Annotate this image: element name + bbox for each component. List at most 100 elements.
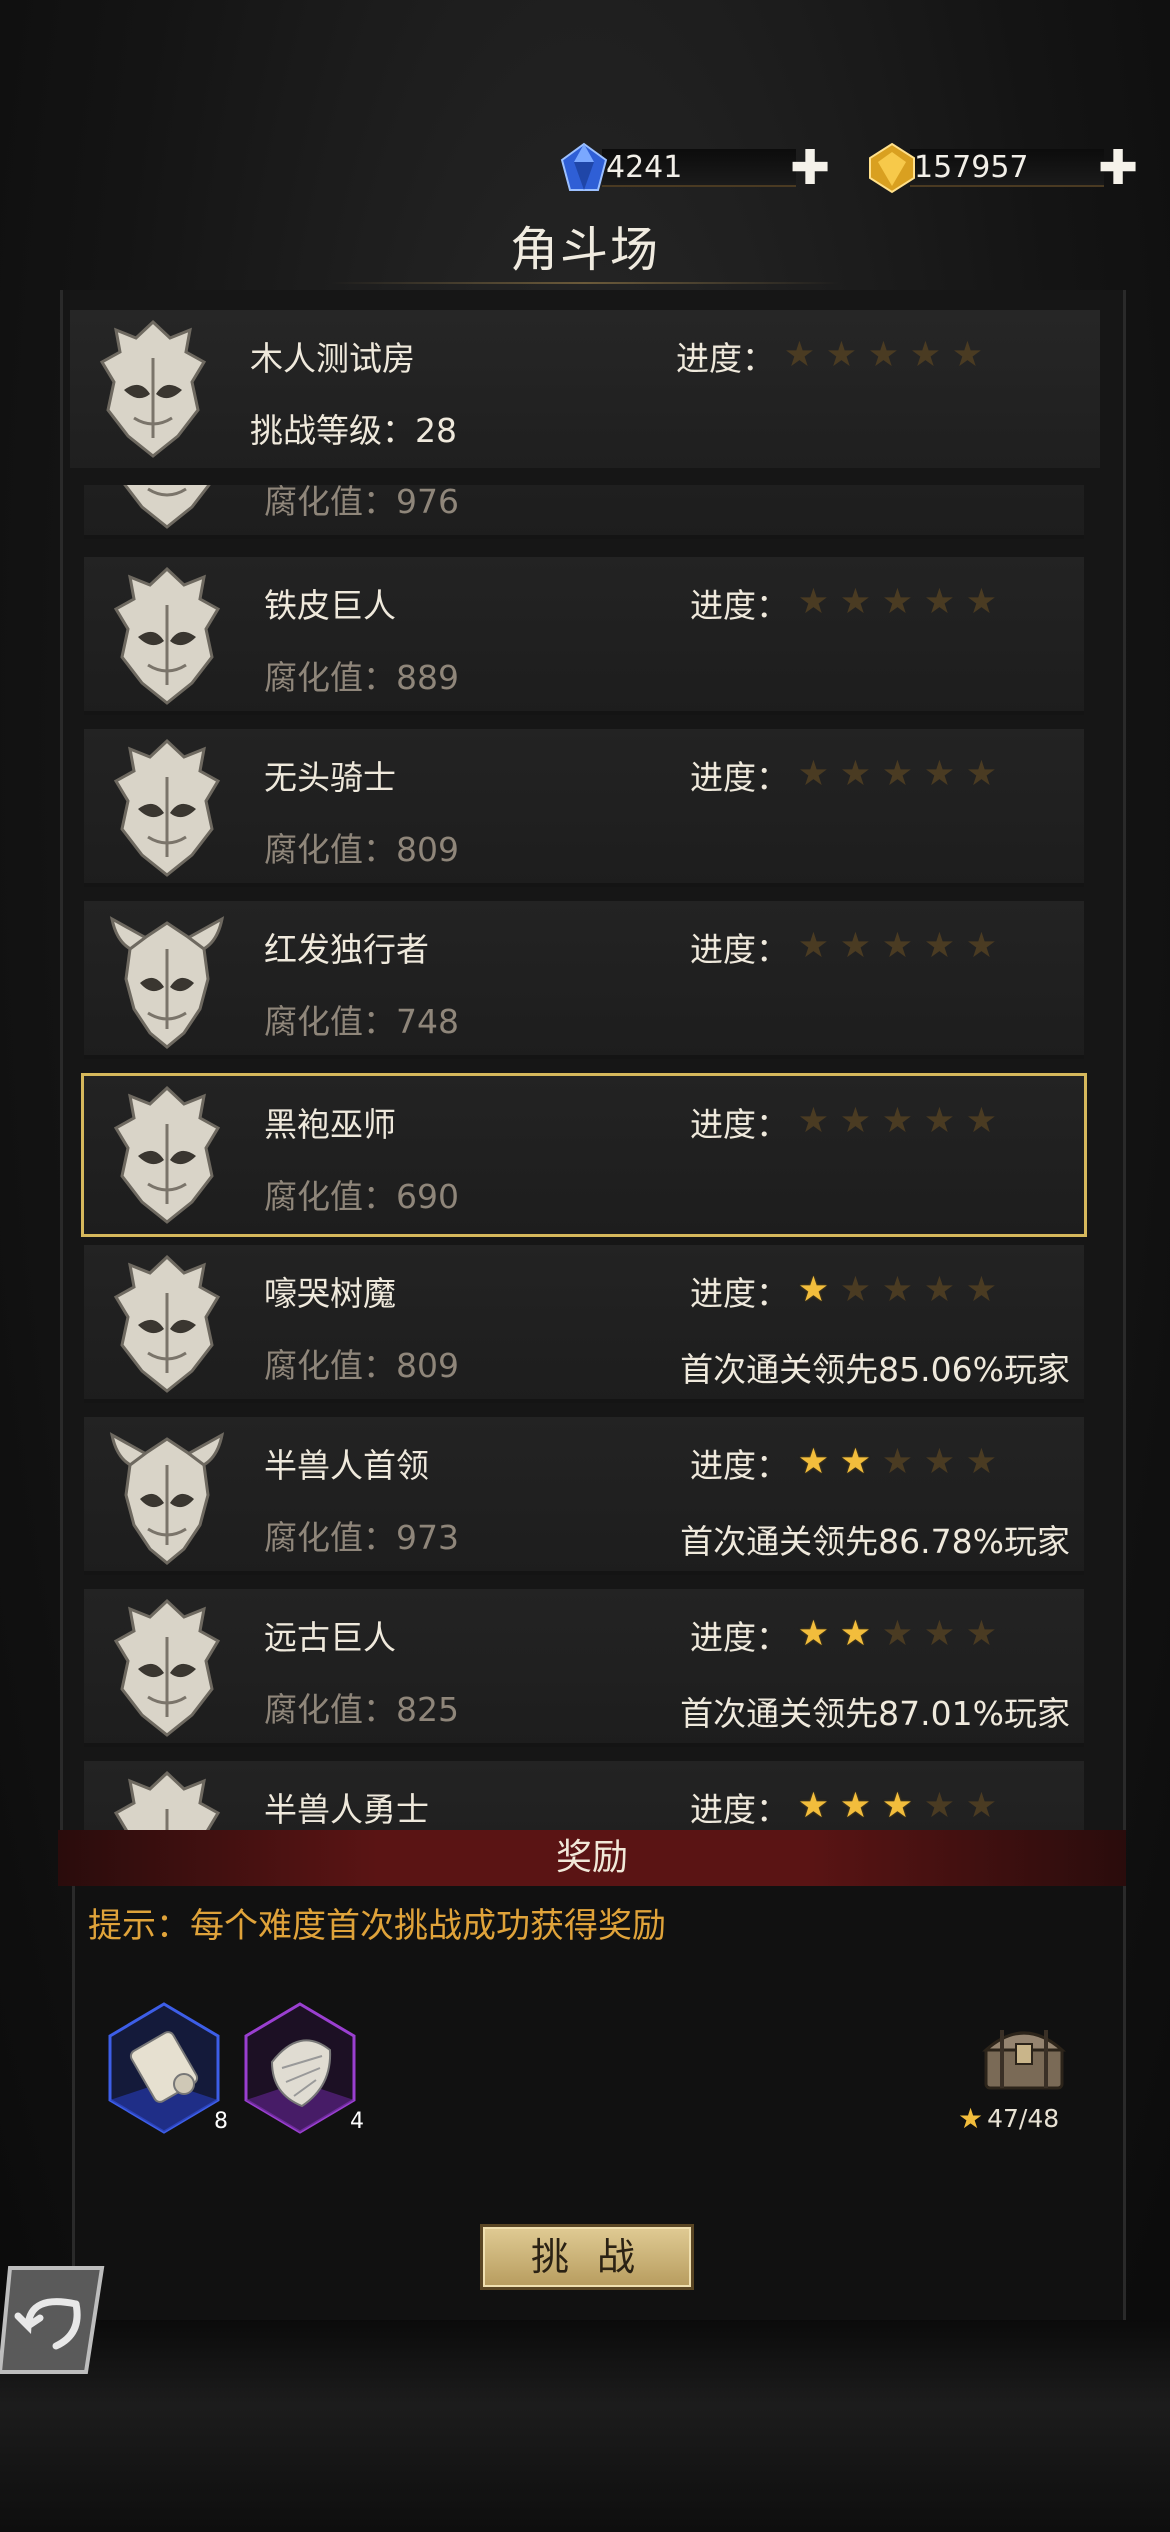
treasure-chest-icon[interactable] [982, 2022, 1066, 2092]
star-icon: ★ [839, 754, 872, 794]
star-icon: ★ [839, 582, 872, 622]
opponent-card[interactable]: 无头骑士 腐化值：809 进度： ★ ★ ★ ★ ★ [84, 729, 1084, 887]
opponent-name: 半兽人首领 [264, 1446, 429, 1485]
star-icon: ★ [951, 335, 984, 375]
scroll-icon [108, 2002, 220, 2134]
star-icon: ★ [909, 335, 942, 375]
chest-progress: ★ 47/48 [958, 2102, 1059, 2135]
blue-gem-icon [558, 142, 610, 194]
star-icon: ★ [797, 926, 830, 966]
gold-gem-icon [866, 142, 918, 194]
horned-mask-icon [108, 909, 226, 1051]
progress-label: 进度： [690, 1105, 789, 1144]
star-rating: ★ ★ ★ ★ ★ [796, 1445, 999, 1480]
star-icon: ★ [797, 582, 830, 622]
opponent-name: 铁皮巨人 [264, 586, 396, 625]
star-icon: ★ [867, 335, 900, 375]
star-rating: ★ ★ ★ ★ ★ [796, 585, 999, 620]
progress-label: 进度： [676, 339, 775, 378]
back-button[interactable] [0, 2264, 106, 2376]
page-title: 角斗场 [509, 222, 660, 278]
star-icon: ★ [923, 582, 956, 622]
opponent-card[interactable]: 黑袍巫师 腐化值：690 进度： ★ ★ ★ ★ ★ [81, 1073, 1087, 1237]
gold-value: 157957 [910, 149, 1104, 187]
star-icon: ★ [958, 2102, 984, 2135]
diamond-value: 4241 [602, 149, 796, 187]
corruption-value: 腐化值：809 [264, 1346, 459, 1385]
back-arrow-icon [0, 2266, 105, 2374]
star-icon: ★ [965, 1442, 998, 1482]
add-gold-button[interactable]: ✚ [1098, 144, 1138, 192]
star-icon: ★ [797, 1614, 830, 1654]
reward-item-crystal[interactable]: 4 [242, 2002, 364, 2134]
star-icon: ★ [881, 754, 914, 794]
opponent-card-partial[interactable]: 腐化值：976 [84, 485, 1084, 539]
diamond-counter: 4241 ✚ [558, 142, 830, 192]
progress-label: 进度： [690, 1446, 789, 1485]
star-rating: ★ ★ ★ ★ ★ [796, 1273, 999, 1308]
star-icon: ★ [839, 1270, 872, 1310]
star-rating: ★ ★ ★ ★ ★ [782, 338, 985, 373]
opponent-name: 无头骑士 [264, 758, 396, 797]
training-room-card[interactable]: 木人测试房 挑战等级：28 进度： ★ ★ ★ ★ ★ [70, 310, 1100, 468]
opponent-card[interactable]: 远古巨人 腐化值：825 进度： ★ ★ ★ ★ ★ 首次通关领先87.01%玩家 [84, 1589, 1084, 1747]
corruption-value: 腐化值：889 [264, 658, 459, 697]
star-rating: ★ ★ ★ ★ ★ [796, 929, 999, 964]
corruption-value: 腐化值：690 [264, 1177, 459, 1216]
star-icon: ★ [797, 1101, 830, 1141]
star-icon: ★ [825, 335, 858, 375]
star-icon: ★ [965, 1786, 998, 1826]
opponent-card[interactable]: 红发独行者腐化值：748 进度： ★ ★ ★ ★ ★ [84, 901, 1084, 1059]
star-icon: ★ [881, 1614, 914, 1654]
opponent-card[interactable]: 嚎哭树魔 腐化值：809 进度： ★ ★ ★ ★ ★ 首次通关领先85.06%玩家 [84, 1245, 1084, 1403]
star-icon: ★ [839, 926, 872, 966]
reward-header: 奖励 [58, 1830, 1126, 1886]
star-rating: ★ ★ ★ ★ ★ [796, 1617, 999, 1652]
star-icon: ★ [839, 1786, 872, 1826]
add-diamond-button[interactable]: ✚ [790, 144, 830, 192]
star-icon: ★ [923, 1442, 956, 1482]
star-icon: ★ [797, 754, 830, 794]
progress-label: 进度： [690, 930, 789, 969]
progress-label: 进度： [690, 758, 789, 797]
bottom-strip [0, 2320, 1170, 2532]
reward-item-scroll[interactable]: 8 [106, 2002, 228, 2134]
star-icon: ★ [839, 1101, 872, 1141]
item-count: 8 [214, 2109, 228, 2134]
opponent-list[interactable]: 腐化值：976 铁皮巨人 腐化值：889 进度： ★ ★ ★ ★ ★ 无头骑士 腐化值：809 进度… [70, 485, 1100, 1830]
mask-icon [108, 737, 226, 879]
item-count: 4 [350, 2109, 364, 2134]
chest-progress-value: 47/48 [987, 2104, 1060, 2133]
corruption-value: 腐化值：748 [264, 1002, 459, 1041]
first-clear-rank: 首次通关领先87.01%玩家 [680, 1694, 1070, 1733]
star-icon: ★ [797, 1442, 830, 1482]
star-icon: ★ [797, 1786, 830, 1826]
star-rating: ★ ★ ★ ★ ★ [796, 1104, 999, 1139]
opponent-name: 远古巨人 [264, 1618, 396, 1657]
crystal-shard-icon [244, 2002, 356, 2134]
star-icon: ★ [797, 1270, 830, 1310]
opponent-card[interactable]: 半兽人勇士 进度： ★ ★ ★ ★ ★ [84, 1761, 1084, 1830]
opponent-card[interactable]: 半兽人首领 腐化值：973 进度： ★ ★ ★ ★ ★ 首次通关领先86.78%玩家 [84, 1417, 1084, 1575]
mask-icon [108, 1084, 226, 1226]
star-icon: ★ [923, 1614, 956, 1654]
star-icon: ★ [923, 754, 956, 794]
star-icon: ★ [881, 1786, 914, 1826]
corruption-value: 腐化值：809 [264, 830, 459, 869]
star-icon: ★ [881, 1270, 914, 1310]
corruption-value: 腐化值：825 [264, 1690, 459, 1729]
star-icon: ★ [881, 926, 914, 966]
star-icon: ★ [965, 754, 998, 794]
challenge-button[interactable]: 挑 战 [480, 2224, 694, 2290]
star-icon: ★ [965, 1270, 998, 1310]
opponent-name: 红发独行者 [264, 930, 429, 969]
opponent-card[interactable]: 铁皮巨人腐化值：889 进度： ★ ★ ★ ★ ★ [84, 557, 1084, 715]
corruption-value: 腐化值：976 [264, 485, 459, 521]
reward-hint: 提示：每个难度首次挑战成功获得奖励 [88, 1906, 666, 1946]
progress-label: 进度： [690, 586, 789, 625]
mask-icon [94, 318, 212, 460]
first-clear-rank: 首次通关领先86.78%玩家 [680, 1522, 1070, 1561]
horned-mask-icon [108, 1425, 226, 1567]
mask-icon [108, 485, 226, 531]
star-icon: ★ [923, 1101, 956, 1141]
